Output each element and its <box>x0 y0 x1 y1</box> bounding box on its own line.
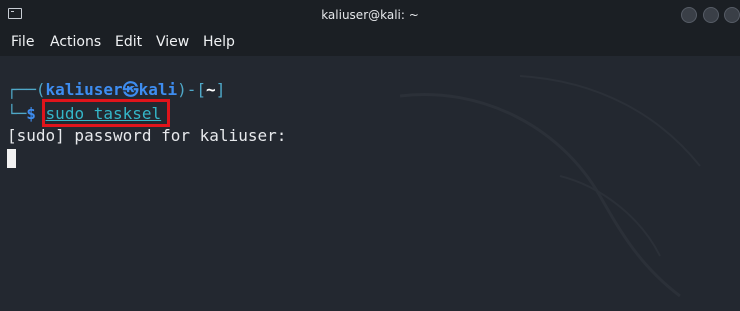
prompt-line-top: ┌──(kaliuser㉿kali)-[~] <box>7 80 226 99</box>
prompt-directory: ~ <box>206 80 216 99</box>
sudo-password-prompt: [sudo] password for kaliuser: <box>7 126 287 145</box>
menu-help[interactable]: Help <box>203 34 235 50</box>
minimize-button[interactable] <box>681 7 697 23</box>
window-title: kaliuser@kali: ~ <box>321 8 419 22</box>
menu-file[interactable]: File <box>11 34 34 50</box>
maximize-button[interactable] <box>703 7 719 23</box>
terminal-area[interactable]: ┌──(kaliuser㉿kali)-[~] └─$ sudo tasksel … <box>0 56 740 311</box>
menu-bar: File Actions Edit View Help <box>0 30 740 56</box>
text-cursor <box>7 149 16 168</box>
menu-edit[interactable]: Edit <box>115 34 142 50</box>
menu-view[interactable]: View <box>156 34 189 50</box>
prompt-user-host: kaliuser㉿kali <box>45 80 178 99</box>
prompt-symbol: $ <box>26 104 36 123</box>
title-bar: kaliuser@kali: ~ <box>0 0 740 30</box>
menu-actions[interactable]: Actions <box>50 34 101 50</box>
close-button[interactable] <box>724 7 740 23</box>
command-highlight-box <box>42 99 170 127</box>
